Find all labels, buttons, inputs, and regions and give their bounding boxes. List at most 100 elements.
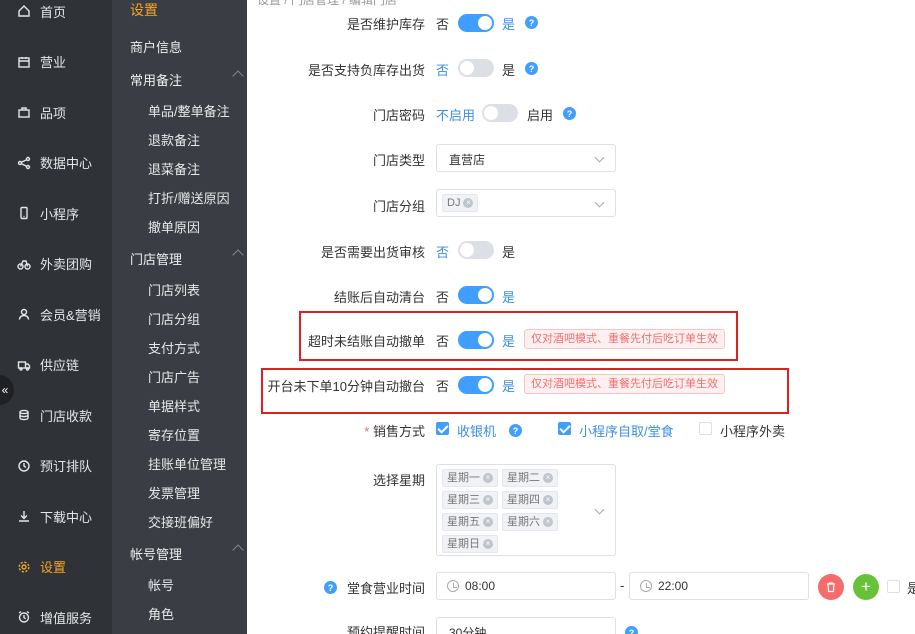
negative-stock-label: 是否支持负库存出货 <box>307 63 425 78</box>
maintain-stock-on: 是 <box>502 17 516 32</box>
negative-stock-off: 否 <box>436 63 450 78</box>
close-icon[interactable]: × <box>543 517 553 527</box>
maintain-stock-switch[interactable] <box>458 14 494 32</box>
nav-item-label: 小程序 <box>40 206 80 222</box>
nav-item-label: 会员&营销 <box>40 307 101 323</box>
nav-item-bag[interactable]: 品项 <box>0 87 112 137</box>
subnav-item[interactable]: 帐号 <box>148 575 174 594</box>
subnav-item[interactable]: 门店分组 <box>148 309 200 328</box>
store-password-switch[interactable] <box>482 104 518 122</box>
auto-cancel-unpaid-note: 仅对酒吧模式、重餐先付后吃订单生效 <box>524 329 725 349</box>
close-icon[interactable]: × <box>543 495 553 505</box>
subnav-item[interactable]: 发票管理 <box>148 483 200 502</box>
close-icon[interactable]: × <box>483 539 493 549</box>
nav-item-home[interactable]: 首页 <box>0 0 112 36</box>
nav-item-share[interactable]: 数据中心 <box>0 138 112 188</box>
nav-item-gear[interactable]: 设置 <box>0 542 112 592</box>
nav-item-label: 营业 <box>40 55 67 70</box>
sales-mode-pos-checkbox[interactable] <box>436 422 449 435</box>
store-type-select[interactable]: 直营店 <box>436 144 616 172</box>
store-group-tag: DJ × <box>442 194 479 212</box>
nav-item-coins[interactable]: 门店收款 <box>0 390 112 440</box>
reminder-select[interactable]: 30分钟 <box>436 617 616 634</box>
dine-end-time[interactable]: 22:00 <box>629 572 809 600</box>
nav-item-label: 外卖团购 <box>40 257 93 272</box>
truck-icon <box>16 357 32 373</box>
subnav-item[interactable]: 寄存位置 <box>148 425 200 444</box>
delete-button[interactable] <box>818 574 844 600</box>
weekdays-select[interactable]: 星期一 × 星期二 × 星期三 × 星期四 × 星期五 × 星期六 × 星期日 × <box>436 464 616 556</box>
home-icon <box>16 3 32 19</box>
close-icon[interactable]: × <box>463 198 474 208</box>
subnav-item[interactable]: 交接班偏好 <box>148 512 213 531</box>
chevron-down-icon <box>594 504 605 515</box>
nav-item-alarm[interactable]: 增值服务 <box>0 592 112 634</box>
chevron-down-icon <box>594 152 605 163</box>
sales-mode-pos-label[interactable]: 收银机 <box>457 421 496 440</box>
auto-clear-label: 结账后自动清台 <box>333 290 425 305</box>
calendar-icon <box>16 54 32 70</box>
subnav-item[interactable]: 门店列表 <box>148 280 200 299</box>
close-icon[interactable]: × <box>543 473 553 483</box>
nav-item-download[interactable]: 下载中心 <box>0 491 112 541</box>
auto-cancel-unpaid-on: 是 <box>502 334 516 349</box>
subnav-group-0[interactable]: 常用备注 <box>130 70 244 89</box>
weekday-tag: 星期五 × <box>442 513 498 531</box>
subnav-item[interactable]: 撤单原因 <box>148 217 200 236</box>
sales-mode-delivery-label[interactable]: 小程序外卖 <box>720 421 785 440</box>
chevron-up-icon <box>232 249 244 261</box>
help-icon[interactable]: ? <box>324 581 337 594</box>
auto-clear-on: 是 <box>502 290 516 305</box>
nav-item-bike[interactable]: 外卖团购 <box>0 239 112 289</box>
subnav-item[interactable]: 单品/整单备注 <box>148 101 230 120</box>
subnav-group-label: 常用备注 <box>130 73 183 88</box>
user-icon <box>16 306 32 322</box>
subnav-item[interactable]: 挂账单位管理 <box>148 454 226 473</box>
subnav-item[interactable]: 单据样式 <box>148 396 200 415</box>
close-icon[interactable]: × <box>483 473 493 483</box>
help-icon[interactable]: ? <box>509 424 522 437</box>
subnav-item[interactable]: 角色 <box>148 604 174 623</box>
main-content: 设置 / 门店管理 / 编辑门店 是否维护库存 否 是 ? 是否支持负库存出货 … <box>247 0 915 634</box>
subnav-item[interactable]: 打折/赠送原因 <box>148 188 230 207</box>
subnav-group-2[interactable]: 帐号管理 <box>130 544 244 563</box>
add-button[interactable]: + <box>853 574 879 600</box>
help-icon[interactable]: ? <box>563 107 576 120</box>
close-icon[interactable]: × <box>483 495 493 505</box>
help-icon[interactable]: ? <box>525 16 538 29</box>
weekdays-label: 选择星期 <box>372 473 425 488</box>
help-icon[interactable]: ? <box>525 62 538 75</box>
sales-mode-pickup-label[interactable]: 小程序自取/堂食 <box>579 421 674 440</box>
dine-start-time[interactable]: 08:00 <box>436 572 616 600</box>
negative-stock-switch[interactable] <box>458 59 494 77</box>
nav-item-clock[interactable]: 预订排队 <box>0 441 112 491</box>
nav-item-phone[interactable]: 小程序 <box>0 188 112 238</box>
subnav-item-merchant[interactable]: 商户信息 <box>130 37 230 56</box>
plus-icon: + <box>861 577 871 596</box>
weekday-tag: 星期六 × <box>502 513 558 531</box>
store-group-select[interactable]: DJ × <box>436 189 616 217</box>
subnav-item[interactable]: 退菜备注 <box>148 159 200 178</box>
subnav-item[interactable]: 退款备注 <box>148 130 200 149</box>
shipment-review-switch[interactable] <box>458 241 494 259</box>
chevron-up-icon <box>232 544 244 556</box>
sales-mode-delivery-checkbox[interactable] <box>699 422 712 435</box>
auto-clear-switch[interactable] <box>458 286 494 304</box>
auto-cancel-unpaid-switch[interactable] <box>458 331 494 349</box>
auto-cancel-unordered-switch[interactable] <box>458 376 494 394</box>
nav-item-label: 增值服务 <box>40 610 93 626</box>
auto-cancel-unpaid-label: 超时未结账自动撤单 <box>307 334 425 349</box>
reminder-label: 预约提醒时间 <box>346 625 425 634</box>
sales-mode-pickup-checkbox[interactable] <box>558 422 571 435</box>
subnav-item[interactable]: 支付方式 <box>148 338 200 357</box>
close-icon[interactable]: × <box>483 517 493 527</box>
subnav-group-1[interactable]: 门店管理 <box>130 249 244 268</box>
alarm-icon <box>16 609 32 625</box>
help-icon[interactable]: ? <box>625 626 638 634</box>
nav-item-truck[interactable]: 供应链 <box>0 340 112 390</box>
subnav-group-label: 帐号管理 <box>130 547 183 562</box>
subnav-item[interactable]: 门店广告 <box>148 367 200 386</box>
dine-extra-checkbox[interactable] <box>887 580 900 593</box>
nav-item-calendar[interactable]: 营业 <box>0 37 112 87</box>
nav-item-user[interactable]: 会员&营销 <box>0 289 112 339</box>
